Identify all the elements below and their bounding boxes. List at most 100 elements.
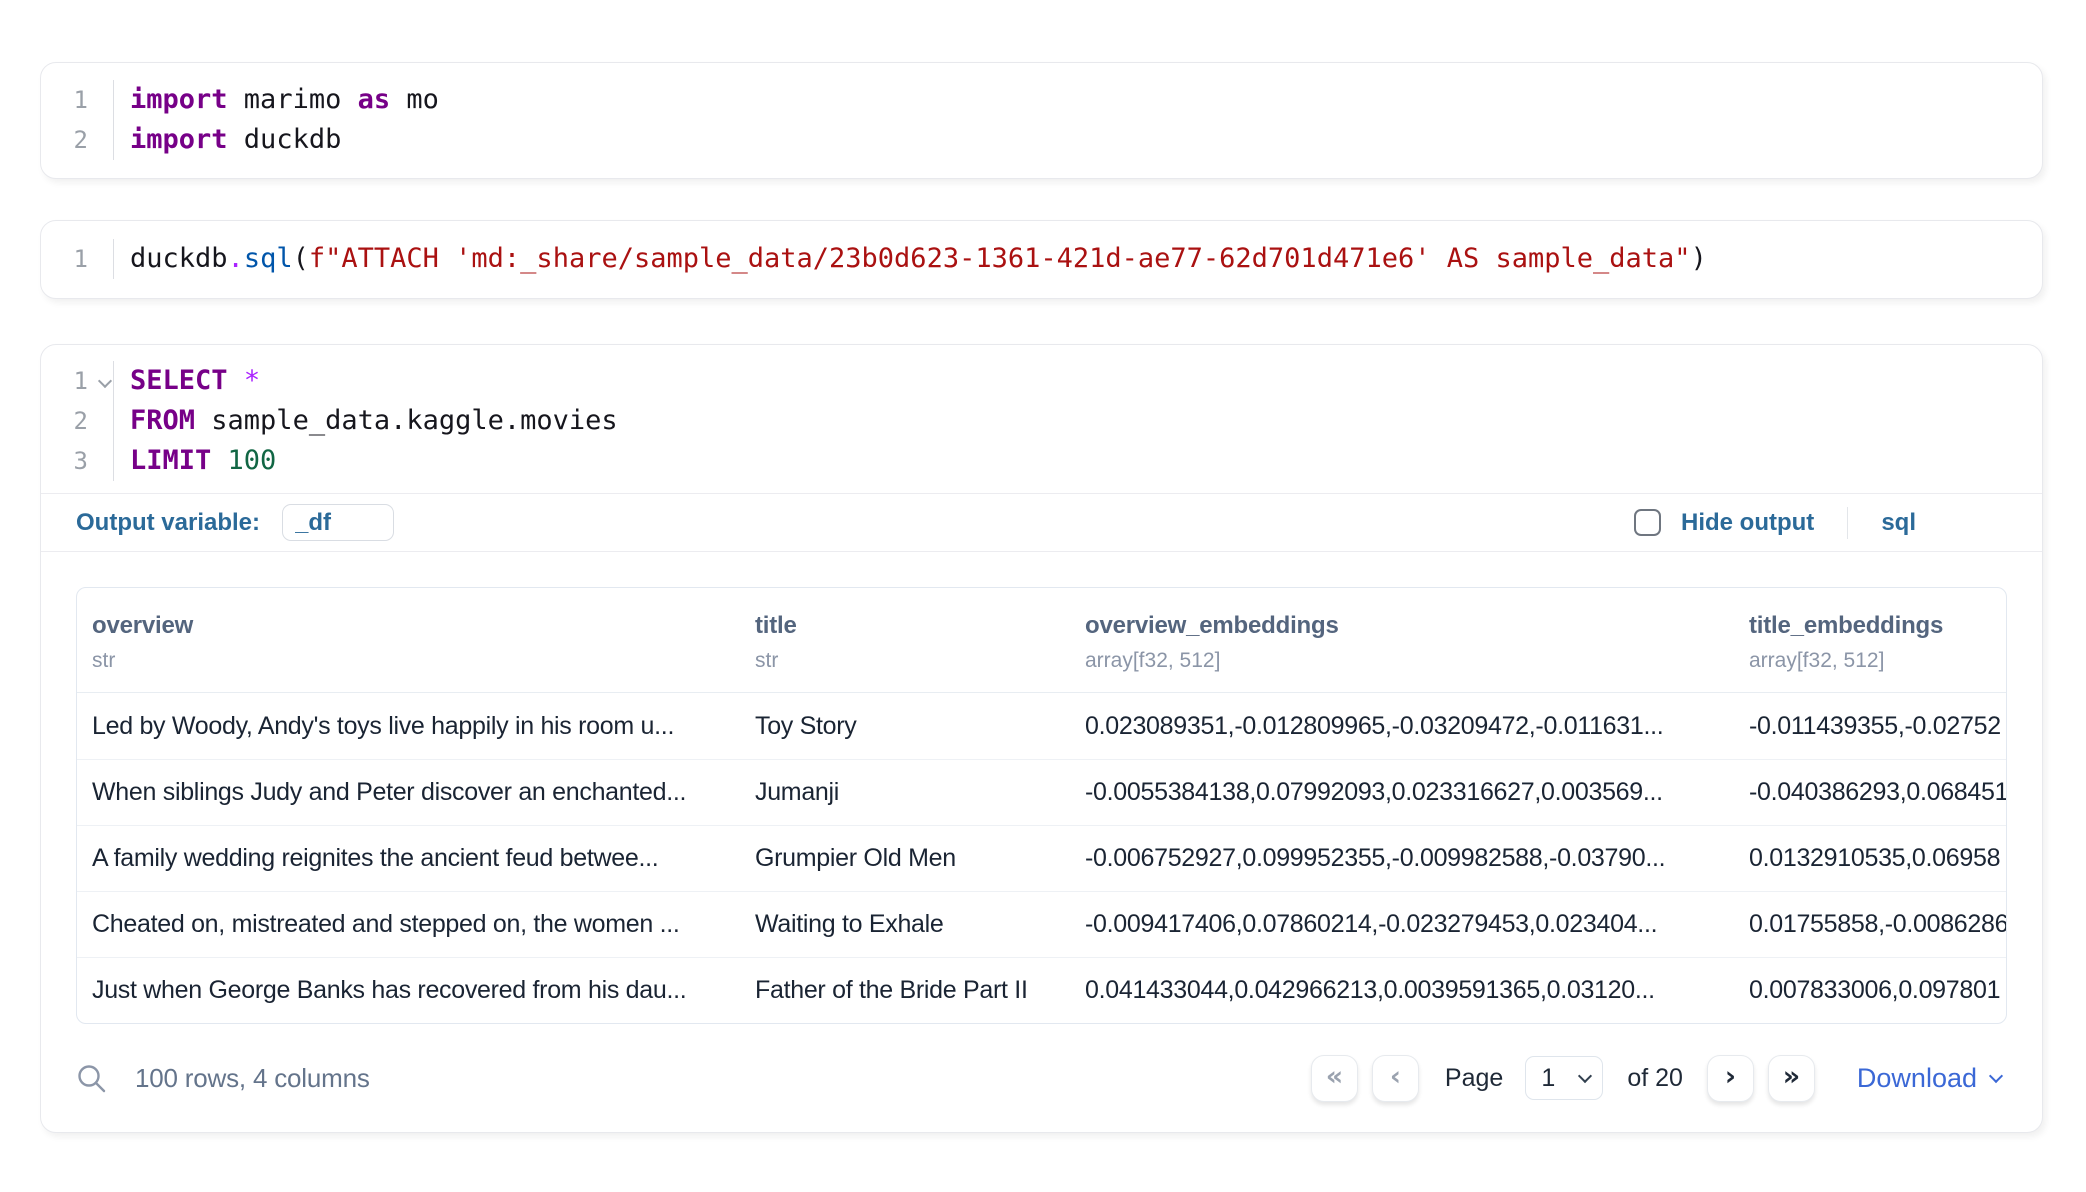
column-name: title_embeddings [1749, 612, 2006, 640]
code-token: * [244, 365, 260, 396]
code-token: SELECT [130, 365, 228, 396]
column-header-overview[interactable]: overview str [92, 612, 755, 673]
page-select-value: 1 [1541, 1064, 1555, 1093]
table-row[interactable]: Led by Woody, Andy's toys live happily i… [77, 693, 2006, 759]
table-cell: 0.0132910535,0.06958 [1749, 844, 2006, 873]
code-editor[interactable]: 1 duckdb.sql(f"ATTACH 'md:_share/sample_… [41, 221, 2042, 298]
code-line: duckdb.sql(f"ATTACH 'md:_share/sample_da… [130, 239, 1707, 279]
first-page-button[interactable]: « [1311, 1055, 1358, 1102]
table-cell: -0.040386293,0.068451 [1749, 778, 2006, 807]
code-token: LIMIT [130, 445, 211, 476]
next-page-button[interactable]: › [1707, 1055, 1754, 1102]
table-header: overviewstrtitlestroverview_embeddingsar… [77, 588, 2006, 693]
page-select[interactable]: 1 [1525, 1056, 1603, 1100]
code-token: duckdb [228, 124, 342, 155]
chevron-down-icon [1989, 1068, 2003, 1082]
language-badge-sql[interactable]: sql [1881, 509, 1916, 537]
code-line: SELECT * [130, 361, 618, 401]
gutter: 1 [41, 239, 113, 279]
code-lines: SELECT *FROM sample_data.kaggle.moviesLI… [114, 361, 618, 481]
table-cell: Waiting to Exhale [755, 910, 1085, 939]
table-footer: 100 rows, 4 columns « ‹ Page 1 of 20 › »… [41, 1024, 2042, 1132]
code-token: f"ATTACH 'md:_share/sample_data/23b0d623… [309, 243, 1691, 274]
code-token [228, 365, 244, 396]
hide-output-label[interactable]: Hide output [1681, 509, 1814, 537]
table-body: Led by Woody, Andy's toys live happily i… [77, 693, 2006, 1023]
table-row[interactable]: A family wedding reignites the ancient f… [77, 825, 2006, 891]
cell-attach: 1 duckdb.sql(f"ATTACH 'md:_share/sample_… [40, 220, 2043, 299]
code-lines: import marimo as moimport duckdb [114, 80, 439, 160]
code-token: marimo [228, 84, 358, 115]
table-cell: Father of the Bride Part II [755, 976, 1085, 1005]
line-number: 2 [41, 401, 113, 441]
fold-chevron-icon[interactable] [98, 374, 112, 388]
line-number: 1 [41, 361, 113, 401]
output-variable-input[interactable] [282, 504, 394, 541]
table-row[interactable]: Just when George Banks has recovered fro… [77, 957, 2006, 1023]
code-line: import duckdb [130, 120, 439, 160]
column-dtype: array[f32, 512] [1085, 649, 1749, 673]
code-token: ) [1691, 243, 1707, 274]
notebook: 12 import marimo as moimport duckdb 1 du… [0, 0, 2086, 1133]
code-token: 100 [228, 445, 277, 476]
last-page-button[interactable]: » [1768, 1055, 1815, 1102]
code-token: FROM [130, 405, 195, 436]
table-cell: Jumanji [755, 778, 1085, 807]
code-line: FROM sample_data.kaggle.movies [130, 401, 618, 441]
search-button[interactable] [76, 1063, 107, 1094]
code-lines: duckdb.sql(f"ATTACH 'md:_share/sample_da… [114, 239, 1707, 279]
table-cell: 0.023089351,-0.012809965,-0.03209472,-0.… [1085, 712, 1749, 741]
pagination: « ‹ Page 1 of 20 › » Download [1311, 1055, 2007, 1102]
search-icon [76, 1063, 107, 1094]
table-cell: Led by Woody, Andy's toys live happily i… [92, 712, 755, 741]
code-line: import marimo as mo [130, 80, 439, 120]
table-cell: -0.011439355,-0.02752 [1749, 712, 2006, 741]
line-number: 1 [41, 80, 113, 120]
code-token: . [228, 243, 244, 274]
cell-sql: 123 SELECT *FROM sample_data.kaggle.movi… [40, 344, 2043, 1133]
column-dtype: array[f32, 512] [1749, 649, 2006, 673]
code-token: mo [390, 84, 439, 115]
column-name: title [755, 612, 1085, 640]
table-cell: Toy Story [755, 712, 1085, 741]
previous-page-button[interactable]: ‹ [1372, 1055, 1419, 1102]
line-number: 2 [41, 120, 113, 160]
code-token: as [358, 84, 391, 115]
divider [1847, 507, 1848, 539]
code-token [211, 445, 227, 476]
column-header-overview_embeddings[interactable]: overview_embeddingsarray[f32, 512] [1085, 612, 1749, 673]
table-cell: -0.0055384138,0.07992093,0.023316627,0.0… [1085, 778, 1749, 807]
code-editor[interactable]: 123 SELECT *FROM sample_data.kaggle.movi… [41, 345, 2042, 494]
gutter: 12 [41, 80, 113, 160]
code-token: duckdb [130, 243, 228, 274]
output-variable-row: Output variable: Hide output sql [41, 494, 2042, 552]
code-token: ( [293, 243, 309, 274]
table-row[interactable]: Cheated on, mistreated and stepped on, t… [77, 891, 2006, 957]
column-dtype: str [92, 649, 755, 673]
table-row[interactable]: When siblings Judy and Peter discover an… [77, 759, 2006, 825]
column-header-title_embeddings[interactable]: title_embeddings array[f32, 512] [1749, 612, 2006, 673]
column-name: overview [92, 612, 755, 640]
table-cell: Just when George Banks has recovered fro… [92, 976, 755, 1005]
download-button[interactable]: Download [1851, 1062, 2007, 1095]
hide-output-checkbox[interactable] [1634, 509, 1661, 536]
column-dtype: str [755, 649, 1085, 673]
data-table: overviewstrtitlestroverview_embeddingsar… [76, 587, 2007, 1024]
column-header-title[interactable]: title str [755, 612, 1085, 673]
table-cell: 0.041433044,0.042966213,0.0039591365,0.0… [1085, 976, 1749, 1005]
code-editor[interactable]: 12 import marimo as moimport duckdb [41, 63, 2042, 178]
output-area: overviewstrtitlestroverview_embeddingsar… [41, 552, 2042, 1024]
table-cell: 0.01755858,-0.0086286 [1749, 910, 2006, 939]
table-cell: -0.006752927,0.099952355,-0.009982588,-0… [1085, 844, 1749, 873]
line-number: 3 [41, 441, 113, 481]
download-label: Download [1857, 1063, 1977, 1094]
line-number: 1 [41, 239, 113, 279]
table-cell: -0.009417406,0.07860214,-0.023279453,0.0… [1085, 910, 1749, 939]
table-cell: Grumpier Old Men [755, 844, 1085, 873]
page-label: Page [1445, 1064, 1503, 1093]
code-token: import [130, 84, 228, 115]
page-total-label: of 20 [1627, 1064, 1683, 1093]
code-token: import [130, 124, 228, 155]
code-token: sample_data.kaggle.movies [195, 405, 618, 436]
table-cell: A family wedding reignites the ancient f… [92, 844, 755, 873]
